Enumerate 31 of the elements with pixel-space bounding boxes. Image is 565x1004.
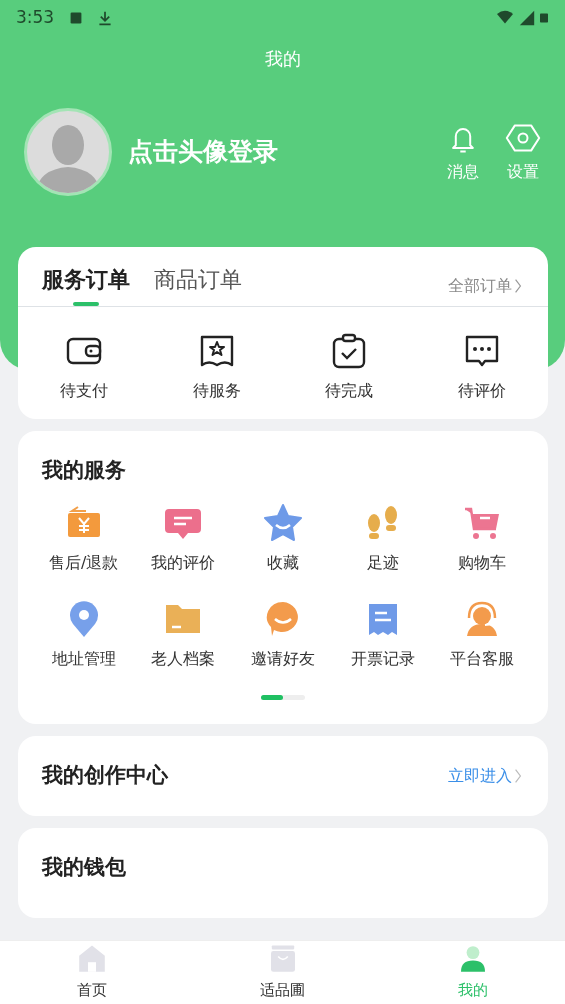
service-button[interactable]: 邀请好友 [251,598,315,671]
chevron-right-icon [512,767,524,784]
service-button[interactable]: 开票记录 [350,598,415,671]
signal-icon [519,10,535,26]
section-title: 我的创作中心 [42,761,169,789]
order-tab[interactable]: 服务订单 [42,263,130,306]
tab-bar-item[interactable]: 首页 [0,941,184,1004]
service-button[interactable]: 平台客服 [450,598,515,671]
download-icon [98,10,113,26]
section-title: 我的钱包 [42,854,126,879]
service-button[interactable]: 售后/退款 [49,502,119,575]
service-button[interactable]: 老人档案 [151,598,216,671]
service-button[interactable]: 收藏 [263,502,303,575]
order-status-button[interactable]: 待支付 [60,331,109,403]
service-button[interactable]: 足迹 [362,502,403,575]
service-button[interactable]: 我的评价 [151,502,216,575]
status-time: 3:53 [16,6,55,30]
tab-bar-item[interactable]: 适品圃 [184,941,381,1004]
order-status-button[interactable]: 待完成 [325,331,374,403]
page-indicator [261,694,305,700]
service-button[interactable]: 购物车 [458,502,507,575]
wifi-icon [495,10,515,26]
order-status-button[interactable]: 待评价 [457,331,506,403]
order-status-button[interactable]: 待服务 [192,331,241,403]
order-tab[interactable]: 商品订单 [154,263,242,306]
star-icon [263,502,303,543]
chevron-right-icon [512,278,524,294]
page-title: 我的 [264,46,301,71]
all-orders-link[interactable]: 全部订单 [448,274,524,298]
service-button[interactable]: 地址管理 [51,598,116,671]
section-title: 我的服务 [40,457,127,484]
